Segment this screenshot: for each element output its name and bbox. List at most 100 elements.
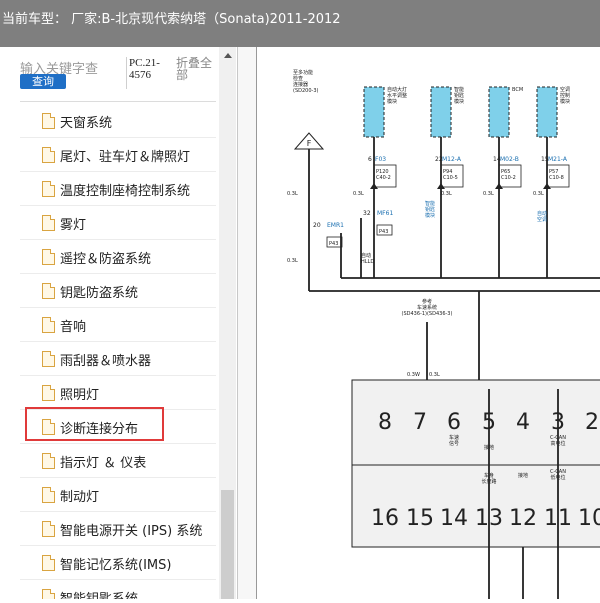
tree-item-label: 钥匙防盗系统 xyxy=(60,286,139,301)
connector-pin-number: 12 xyxy=(509,506,537,531)
splice-conn-label: EMR1 xyxy=(327,222,344,229)
tree-item-label: 温度控制座椅控制系统 xyxy=(60,184,191,199)
module-label: BCM xyxy=(512,87,523,93)
connector-pin-number: 8 xyxy=(378,410,392,435)
tree-item[interactable]: 智能记忆系统(IMS) xyxy=(20,546,216,580)
connector-pin-number: 7 xyxy=(413,410,427,435)
document-icon xyxy=(42,283,55,299)
tag-label: 自动 HLLD xyxy=(361,252,374,265)
pin-note: 接地 xyxy=(518,472,528,479)
document-icon xyxy=(42,249,55,265)
tree-item-label: 智能电源开关 (IPS) 系统 xyxy=(60,524,203,539)
tree-item-label: 照明灯 xyxy=(60,388,100,403)
splice-code-label: P43 xyxy=(329,241,338,247)
tree-item[interactable]: 照明灯 xyxy=(20,376,216,410)
connector-pin-number: 6 xyxy=(447,410,461,435)
tree-item[interactable]: 诊断连接分布 xyxy=(20,407,216,444)
tree-item-label: 制动灯 xyxy=(60,490,100,505)
reference-label: 参考车速系统(SD436-1)(SD436-3) xyxy=(402,298,453,317)
document-icon xyxy=(42,113,55,129)
search-row: 查询 PC.21-4576 折叠全部 xyxy=(0,47,220,103)
wire-gauge-label: 0.3L xyxy=(287,191,298,197)
tree-item[interactable]: 天窗系统 xyxy=(20,104,216,138)
document-icon xyxy=(42,147,55,163)
sidebar-scrollbar[interactable] xyxy=(219,47,236,599)
wire-gauge-label: 0.3W xyxy=(407,372,420,378)
tree-item-label: 天窗系统 xyxy=(60,116,113,131)
tree-item-label: 尾灯、驻车灯＆牌照灯 xyxy=(60,150,191,165)
tree-item[interactable]: 温度控制座椅控制系统 xyxy=(20,172,216,206)
tag-label: 智能钥匙模块 xyxy=(425,200,435,219)
wire-gauge-label: 0.3L xyxy=(353,191,364,197)
scroll-thumb[interactable] xyxy=(221,490,234,599)
connector-pin-number: 10 xyxy=(578,506,600,531)
module-label: 智能钥匙模块 xyxy=(454,86,464,105)
query-button[interactable]: 查询 xyxy=(20,74,66,89)
connector-pin-number: 16 xyxy=(371,506,399,531)
title-bar: 当前车型： 厂家:B-北京现代索纳塔（Sonata)2011-2012 xyxy=(0,0,600,47)
module-conn-label: M21-A xyxy=(548,156,568,163)
divider xyxy=(20,101,216,102)
module-conn-label: M02-B xyxy=(500,156,519,163)
module-label: 空调控制模块 xyxy=(560,86,570,105)
document-icon xyxy=(42,215,55,231)
document-icon xyxy=(42,351,55,367)
tree-item[interactable]: 雾灯 xyxy=(20,206,216,240)
connector-pin-number: 2 xyxy=(585,410,599,435)
tree-item-label: 指示灯 ＆ 仪表 xyxy=(60,456,147,471)
collapse-all-button[interactable]: 折叠全部 xyxy=(176,57,216,81)
module-box xyxy=(488,86,510,138)
module-box xyxy=(363,86,385,138)
tree-item[interactable]: 指示灯 ＆ 仪表 xyxy=(20,444,216,478)
document-icon xyxy=(42,589,55,599)
scroll-up-arrow-icon[interactable] xyxy=(224,53,232,58)
splice-conn-label: MF61 xyxy=(377,210,393,217)
tree-item-label: 音响 xyxy=(60,320,87,335)
connector-pin-number: 14 xyxy=(440,506,468,531)
module-box xyxy=(536,86,558,138)
splice-pin-label: 20 xyxy=(313,222,321,229)
splice-pin-label: 32 xyxy=(363,210,371,217)
tree-item-label: 雾灯 xyxy=(60,218,87,233)
wire-gauge-label: 0.3L xyxy=(533,191,544,197)
document-icon xyxy=(42,453,55,469)
tree-item[interactable]: 雨刮器＆喷水器 xyxy=(20,342,216,376)
tree-item-label: 智能钥匙系统 xyxy=(60,588,138,599)
connector-pin-number: 15 xyxy=(406,506,434,531)
wire-gauge-label: 0.3L xyxy=(429,372,440,378)
vehicle-title: 当前车型： 厂家:B-北京现代索纳塔（Sonata)2011-2012 xyxy=(2,12,341,27)
wire-gauge-label: 0.3L xyxy=(287,258,298,264)
tree-item[interactable]: 智能电源开关 (IPS) 系统 xyxy=(20,512,216,546)
document-icon xyxy=(42,521,55,537)
tree-item[interactable]: 制动灯 xyxy=(20,478,216,512)
module-pin-label: 6 xyxy=(368,156,372,163)
module-label: 自动大灯水平调整模块 xyxy=(387,86,407,105)
wiring-diagram: 至多功能检查连接器(SD200-3)F自动大灯水平调整模块6 F03P120 C40… xyxy=(287,69,600,599)
pin-note: 车速信号 xyxy=(449,434,459,447)
document-icon xyxy=(42,385,55,401)
tree-item-label: 诊断连接分布 xyxy=(60,422,139,437)
tree-item[interactable]: 尾灯、驻车灯＆牌照灯 xyxy=(20,138,216,172)
module-conn-label: M12-A xyxy=(442,156,462,163)
tree-item[interactable]: 音响 xyxy=(20,308,216,342)
tree-item[interactable]: 智能钥匙系统 xyxy=(20,580,216,599)
tree-item-label: 智能记忆系统(IMS) xyxy=(60,558,172,573)
tree-item-label: 雨刮器＆喷水器 xyxy=(60,354,152,369)
module-box xyxy=(430,86,452,138)
tree-item[interactable]: 钥匙防盗系统 xyxy=(20,274,216,308)
tree-item[interactable]: 遥控＆防盗系统 xyxy=(20,240,216,274)
wire-gauge-label: 0.3L xyxy=(483,191,494,197)
document-icon xyxy=(42,419,55,435)
module-conn-label: F03 xyxy=(375,156,386,163)
connector-pin-number: 4 xyxy=(516,410,530,435)
wire-gauge-label: 0.3L xyxy=(441,191,452,197)
diagram-viewer[interactable]: 至多功能检查连接器(SD200-3) F 自动大灯水平调整模块 6 F03 P120 C40… xyxy=(238,47,600,599)
diagram-page: 至多功能检查连接器(SD200-3) F 自动大灯水平调整模块 6 F03 P120 C40… xyxy=(256,47,600,599)
source-label: 至多功能检查连接器(SD200-3) xyxy=(293,69,319,94)
source-connector-letter: F xyxy=(307,139,312,148)
splice-code-label: P43 xyxy=(379,229,388,235)
document-icon xyxy=(42,317,55,333)
document-icon xyxy=(42,555,55,571)
tree-list: 天窗系统尾灯、驻车灯＆牌照灯 温度控制座椅控制系统 雾灯遥控＆防盗系统钥匙防盗系统音… xyxy=(20,104,216,599)
sidebar: 查询 PC.21-4576 折叠全部 天窗系统尾灯、驻车灯＆牌照灯温度控制座椅控… xyxy=(0,47,238,599)
